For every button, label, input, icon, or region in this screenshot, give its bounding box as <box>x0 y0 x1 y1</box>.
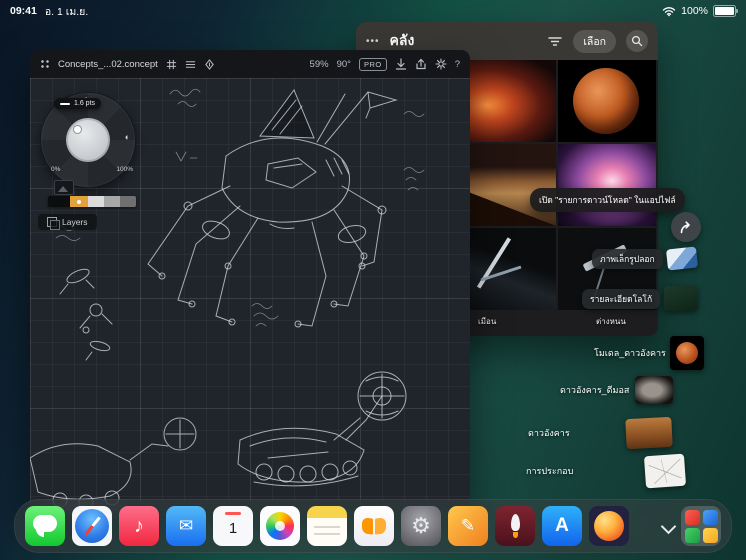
file-item-label: เมือน <box>478 315 496 328</box>
dock-app-recents[interactable] <box>681 506 721 546</box>
search-icon[interactable] <box>626 30 648 52</box>
grid-view-icon[interactable] <box>166 59 177 70</box>
drag-thumb-card-blue <box>666 246 698 270</box>
dock: 1 <box>14 499 732 553</box>
import-icon[interactable] <box>395 58 407 70</box>
color-swatch-bar <box>48 196 136 207</box>
drawing-canvas[interactable]: ✎ ◐ 0% 100% 1.6 pts Layers <box>30 78 470 512</box>
layers-label: Layers <box>62 217 88 227</box>
drag-item-label: ดาวอังคาร <box>528 426 570 440</box>
calendar-day: 1 <box>213 506 253 546</box>
dock-app-appstore[interactable] <box>542 506 582 546</box>
drag-item[interactable]: โมเดล_ดาวอังคาร <box>594 336 704 370</box>
drag-item-label: โมเดล_ดาวอังคาร <box>594 346 666 360</box>
window-controls-handle[interactable]: ••• <box>366 36 380 47</box>
status-date: อ. 1 เม.ย. <box>45 3 88 20</box>
drag-item[interactable]: ดาวอังคาร <box>528 418 672 448</box>
photo-nebula-orange[interactable] <box>458 60 556 142</box>
drag-item[interactable]: รายละเอียดโลโก้ <box>582 286 698 311</box>
photo-mars[interactable] <box>558 60 656 142</box>
concepts-toolbar: Concepts_...02.concept 59% 90° PRO <box>30 50 470 78</box>
swatch-yellow-selected[interactable] <box>70 196 88 207</box>
battery-percent: 100% <box>681 5 708 17</box>
dock-app-pencil[interactable] <box>448 506 488 546</box>
dock-app-safari[interactable] <box>72 506 112 546</box>
photo-observatory[interactable] <box>458 228 556 310</box>
document-title[interactable]: Concepts_...02.concept <box>58 59 158 70</box>
pro-badge[interactable]: PRO <box>359 58 387 71</box>
share-export-icon[interactable] <box>415 58 427 70</box>
settings-gear-icon[interactable] <box>435 58 447 70</box>
drag-thumb-terrain-thumb <box>625 417 673 449</box>
dock-apps: 1 <box>25 506 629 546</box>
drag-thumb-mars-thumb <box>670 336 704 370</box>
dock-app-photos[interactable] <box>260 506 300 546</box>
stage: 09:41 อ. 1 เม.ย. 100% ••• คลัง <box>0 0 746 560</box>
dock-app-calendar[interactable]: 1 <box>213 506 253 546</box>
opacity-min-label: 0% <box>51 166 60 173</box>
share-arrow-icon <box>678 220 694 235</box>
dock-app-messages[interactable] <box>25 506 65 546</box>
wifi-icon <box>662 6 676 17</box>
swatch-black[interactable] <box>48 196 70 207</box>
tool-wheel-center[interactable] <box>66 118 110 162</box>
layers-icon <box>47 217 57 227</box>
help-button[interactable]: ? <box>455 59 460 70</box>
dock-app-books[interactable] <box>354 506 394 546</box>
swatch-light-gray[interactable] <box>88 196 104 207</box>
tool-wheel[interactable]: ✎ ◐ 0% 100% 1.6 pts <box>40 92 136 188</box>
blend-tool-icon[interactable]: ◐ <box>125 132 130 142</box>
concepts-window: Concepts_...02.concept 59% 90° PRO <box>30 50 470 512</box>
battery-icon <box>713 5 736 17</box>
swatch-mid-gray[interactable] <box>104 196 120 207</box>
opacity-max-label: 100% <box>116 166 133 173</box>
photo-desert-ridge[interactable] <box>458 144 556 226</box>
zoom-level[interactable]: 59% <box>310 59 329 70</box>
brush-size-pill[interactable]: 1.6 pts <box>54 98 101 109</box>
dock-app-music[interactable] <box>119 506 159 546</box>
drag-thumb-sketch-thumb <box>644 454 686 489</box>
drag-item-label: ภาพเล็กรูปลอก <box>592 249 663 269</box>
pen-nib-icon[interactable] <box>204 59 215 70</box>
file-item-label: ต่างหนน <box>596 315 626 328</box>
drag-item[interactable]: การประกอบ <box>526 455 685 487</box>
dock-app-firefox[interactable] <box>589 506 629 546</box>
drag-item-label: ดาวอังคาร_ดีมอส <box>560 383 629 397</box>
drag-item[interactable]: ภาพเล็กรูปลอก <box>592 248 697 269</box>
dock-app-settings[interactable] <box>401 506 441 546</box>
chevron-down-icon[interactable] <box>659 504 677 548</box>
filter-icon[interactable] <box>547 34 563 48</box>
drag-item-label: การประกอบ <box>526 464 573 478</box>
share-button[interactable] <box>671 212 701 242</box>
photo-nebula-pink[interactable] <box>558 144 656 226</box>
swatch-dark-gray[interactable] <box>120 196 136 207</box>
menu-lines-icon[interactable] <box>185 59 196 70</box>
dock-app-notes[interactable] <box>307 506 347 546</box>
files-title: คลัง <box>390 30 415 52</box>
drag-item-label: รายละเอียดโลโก้ <box>582 289 660 309</box>
rotation-angle[interactable]: 90° <box>337 59 351 70</box>
status-time: 09:41 <box>10 5 37 17</box>
layers-button[interactable]: Layers <box>38 214 97 230</box>
image-import-icon[interactable] <box>54 180 74 195</box>
app-grid-icon[interactable] <box>40 59 50 69</box>
downloads-toast[interactable]: เปิด "รายการดาวน์โหลด" ในแอปไฟล์ <box>530 188 685 212</box>
drag-item[interactable]: ดาวอังคาร_ดีมอส <box>560 376 673 404</box>
status-bar: 09:41 อ. 1 เม.ย. 100% <box>0 0 746 20</box>
drag-thumb-rock-thumb <box>635 376 673 404</box>
dock-app-mail[interactable] <box>166 506 206 546</box>
drag-thumb-card-green <box>664 286 698 311</box>
dock-app-rocket[interactable] <box>495 506 535 546</box>
select-button[interactable]: เลือก <box>573 30 616 53</box>
